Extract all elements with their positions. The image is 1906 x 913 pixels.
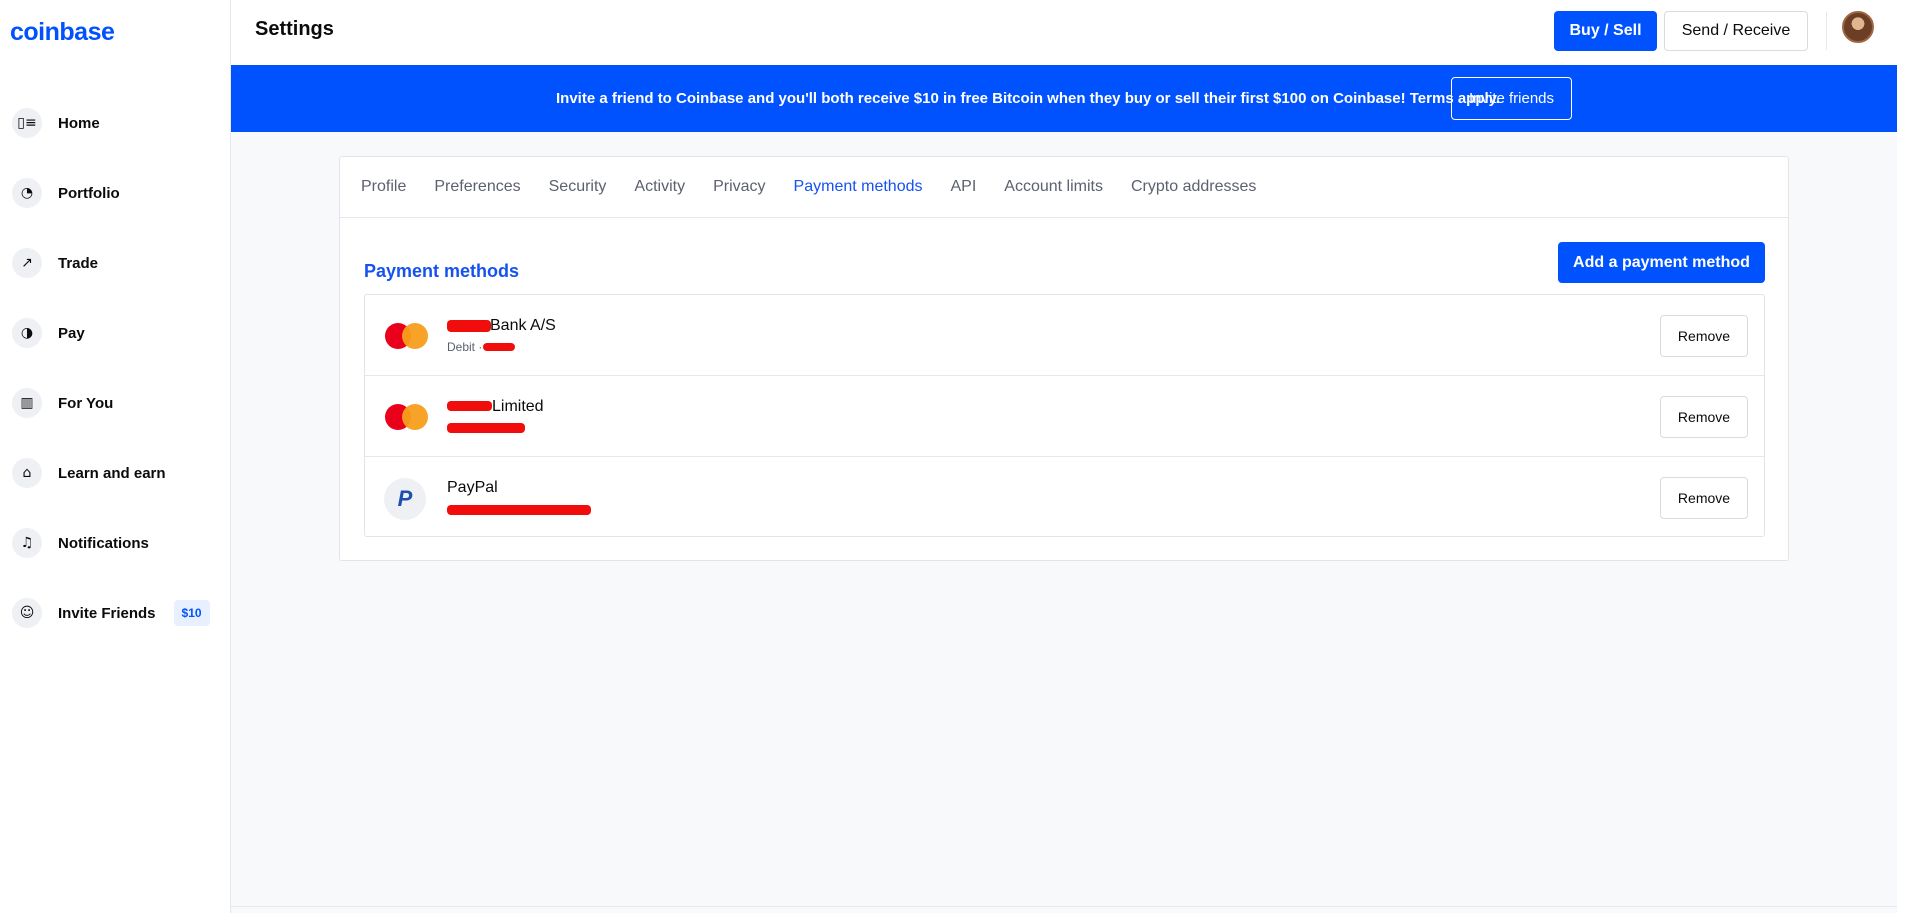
sidebar-item-label: Invite Friends bbox=[58, 604, 156, 622]
remove-button[interactable]: Remove bbox=[1660, 477, 1748, 519]
list-item: Limited Remove bbox=[365, 376, 1764, 457]
mastercard-orange-circle bbox=[402, 404, 428, 430]
add-user-icon: ☺ bbox=[12, 598, 42, 628]
sidebar-item-label: For You bbox=[58, 394, 114, 412]
redaction-mark bbox=[447, 401, 492, 411]
add-payment-method-button[interactable]: Add a payment method bbox=[1558, 242, 1765, 283]
invite-friends-button[interactable]: Invite friends bbox=[1451, 77, 1572, 120]
top-header: Settings Buy / Sell Send / Receive bbox=[231, 0, 1897, 65]
window-edge bbox=[1897, 0, 1906, 913]
tab-account-limits[interactable]: Account limits bbox=[1004, 178, 1103, 196]
pie-chart-icon: ◔ bbox=[12, 178, 42, 208]
coinbase-logo[interactable]: coinbase bbox=[10, 18, 115, 47]
sidebar-item-label: Learn and earn bbox=[58, 464, 166, 482]
redaction-mark bbox=[447, 320, 491, 332]
redaction-mark bbox=[447, 423, 525, 433]
avatar[interactable] bbox=[1842, 11, 1874, 43]
payment-methods-list: Bank A/S Debit · Remove Limited Remove P… bbox=[364, 294, 1765, 537]
trend-icon: ↗ bbox=[12, 248, 42, 278]
tab-payment-methods[interactable]: Payment methods bbox=[794, 178, 923, 196]
sidebar-nav: ▯≡ Home ◔ Portfolio ↗ Trade ◑ Pay ▥ For … bbox=[0, 88, 231, 648]
tab-preferences[interactable]: Preferences bbox=[434, 178, 520, 196]
bell-icon: ♫ bbox=[12, 528, 42, 558]
tab-activity[interactable]: Activity bbox=[634, 178, 685, 196]
buy-sell-button[interactable]: Buy / Sell bbox=[1554, 11, 1657, 51]
redaction-mark bbox=[483, 343, 515, 351]
invite-reward-badge: $10 bbox=[173, 600, 210, 626]
tab-crypto-addresses[interactable]: Crypto addresses bbox=[1131, 178, 1256, 196]
tab-security[interactable]: Security bbox=[549, 178, 607, 196]
sidebar-item-invite-friends[interactable]: ☺ Invite Friends $10 bbox=[0, 578, 231, 648]
section-title: Payment methods bbox=[364, 261, 520, 281]
footer-divider bbox=[231, 906, 1897, 907]
sidebar-item-label: Trade bbox=[58, 254, 99, 272]
banner-text: Invite a friend to Coinbase and you'll b… bbox=[556, 90, 1501, 107]
sidebar-item-label: Home bbox=[58, 114, 100, 132]
mastercard-icon bbox=[385, 323, 429, 351]
tab-profile[interactable]: Profile bbox=[361, 178, 406, 196]
settings-card: Profile Preferences Security Activity Pr… bbox=[339, 156, 1789, 561]
pay-icon: ◑ bbox=[12, 318, 42, 348]
list-item: P PayPal Remove bbox=[365, 457, 1764, 538]
list-item: Bank A/S Debit · Remove bbox=[365, 295, 1764, 376]
sidebar-item-trade[interactable]: ↗ Trade bbox=[0, 228, 231, 298]
mastercard-orange-circle bbox=[402, 323, 428, 349]
sidebar: coinbase ▯≡ Home ◔ Portfolio ↗ Trade ◑ P… bbox=[0, 0, 231, 913]
sidebar-item-portfolio[interactable]: ◔ Portfolio bbox=[0, 158, 231, 228]
redaction-mark bbox=[447, 505, 591, 515]
sidebar-item-notifications[interactable]: ♫ Notifications bbox=[0, 508, 231, 578]
mastercard-icon bbox=[385, 404, 429, 432]
columns-icon: ▥ bbox=[12, 388, 42, 418]
send-receive-button[interactable]: Send / Receive bbox=[1664, 11, 1808, 51]
home-icon: ▯≡ bbox=[12, 108, 42, 138]
sidebar-item-for-you[interactable]: ▥ For You bbox=[0, 368, 231, 438]
payment-method-name: Bank A/S bbox=[490, 317, 556, 334]
payment-method-name: PayPal bbox=[447, 479, 498, 496]
tab-api[interactable]: API bbox=[951, 178, 977, 196]
settings-tabs: Profile Preferences Security Activity Pr… bbox=[340, 157, 1788, 218]
invite-banner: Invite a friend to Coinbase and you'll b… bbox=[231, 65, 1897, 132]
sidebar-item-label: Pay bbox=[58, 324, 85, 342]
tab-privacy[interactable]: Privacy bbox=[713, 178, 765, 196]
remove-button[interactable]: Remove bbox=[1660, 396, 1748, 438]
payment-method-name: Limited bbox=[492, 398, 544, 415]
gift-icon: ⌂ bbox=[12, 458, 42, 488]
paypal-icon: P bbox=[384, 478, 426, 520]
sidebar-item-label: Portfolio bbox=[58, 184, 120, 202]
sidebar-item-pay[interactable]: ◑ Pay bbox=[0, 298, 231, 368]
payment-method-detail: Debit · bbox=[447, 340, 483, 354]
sidebar-item-home[interactable]: ▯≡ Home bbox=[0, 88, 231, 158]
header-divider bbox=[1826, 12, 1827, 50]
remove-button[interactable]: Remove bbox=[1660, 315, 1748, 357]
sidebar-item-label: Notifications bbox=[58, 534, 149, 552]
sidebar-item-learn-and-earn[interactable]: ⌂ Learn and earn bbox=[0, 438, 231, 508]
page-title: Settings bbox=[255, 18, 334, 40]
